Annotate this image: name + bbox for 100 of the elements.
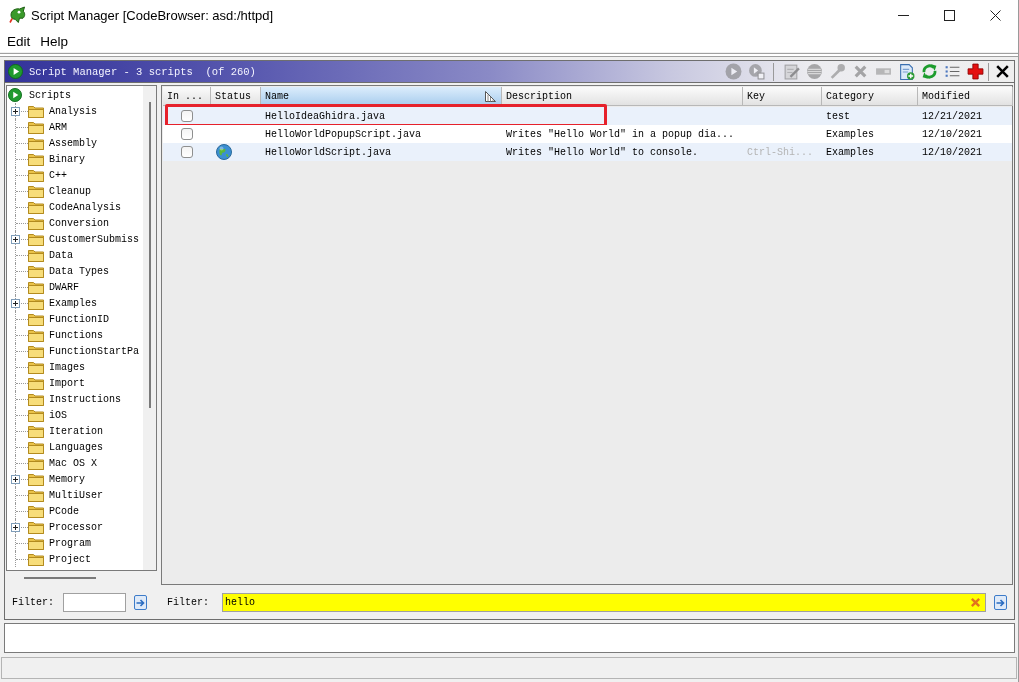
folder-icon	[28, 456, 44, 470]
tree-item[interactable]: CustomerSubmiss	[49, 233, 139, 245]
maximize-icon[interactable]	[943, 9, 955, 21]
dragon-icon	[9, 6, 27, 24]
menu-item[interactable]: Edit	[7, 33, 31, 49]
folder-icon	[28, 536, 44, 550]
panel-title: Script Manager - 3 scripts (of 260)	[29, 65, 256, 78]
folder-icon	[28, 248, 44, 262]
tree-item[interactable]: CodeAnalysis	[49, 201, 121, 213]
tree-item[interactable]: Scripts	[29, 89, 71, 101]
folder-icon	[28, 152, 44, 166]
folder-icon	[28, 376, 44, 390]
table-cell: 12/10/2021	[922, 146, 982, 158]
tree-item[interactable]: Memory	[49, 473, 85, 485]
table-cell: HelloWorldPopupScript.java	[265, 128, 422, 140]
play-icon	[8, 64, 23, 79]
tree-item[interactable]: Cleanup	[49, 185, 91, 197]
expand-icon[interactable]	[11, 234, 20, 244]
filter-field[interactable]	[63, 592, 126, 612]
folder-icon	[28, 168, 44, 182]
tree-item[interactable]: Instructions	[49, 393, 121, 405]
filter-label: Filter:	[12, 596, 54, 608]
checkbox[interactable]	[181, 146, 193, 158]
tree-item[interactable]: iOS	[49, 409, 67, 421]
checkbox[interactable]	[181, 128, 193, 140]
tree-item[interactable]: Project	[49, 553, 91, 565]
filter-field[interactable]: hello	[222, 592, 986, 612]
tree-item[interactable]: PCode	[49, 505, 79, 517]
clear-icon[interactable]	[970, 596, 981, 608]
document-plus-icon[interactable]	[897, 63, 915, 80]
folder-icon	[28, 280, 44, 294]
folder-icon	[28, 264, 44, 278]
tree-item[interactable]: Binary	[49, 153, 85, 165]
folder-icon	[28, 440, 44, 454]
tree-item[interactable]: MultiUser	[49, 489, 103, 501]
folder-icon	[28, 104, 44, 118]
column-header[interactable]: Description	[502, 87, 743, 106]
filter-label: Filter:	[167, 596, 209, 608]
close-icon[interactable]	[989, 9, 1001, 21]
folder-icon	[28, 216, 44, 230]
refresh-icon[interactable]	[920, 63, 938, 80]
expand-icon[interactable]	[11, 106, 20, 116]
expand-icon[interactable]	[11, 474, 20, 484]
folder-icon	[28, 424, 44, 438]
menu-item[interactable]: Help	[40, 33, 69, 49]
tree-item[interactable]: Processor	[49, 521, 103, 533]
window-title: Script Manager [CodeBrowser: asd:/httpd]	[31, 7, 274, 23]
folder-icon	[28, 344, 44, 358]
folder-icon	[28, 184, 44, 198]
scrollbar-thumb[interactable]	[149, 102, 151, 408]
tree-item[interactable]: Program	[49, 537, 91, 549]
folder-icon	[28, 504, 44, 518]
column-header[interactable]: In ...	[163, 87, 211, 106]
tree-item[interactable]: Examples	[49, 297, 97, 309]
tree-item[interactable]: C++	[49, 169, 67, 181]
tree-item[interactable]: DWARF	[49, 281, 79, 293]
tree-item[interactable]: FunctionStartPa	[49, 345, 139, 357]
expand-icon[interactable]	[11, 522, 20, 532]
plus-icon[interactable]	[966, 63, 984, 80]
scrollbar-thumb[interactable]	[24, 577, 96, 579]
folder-icon	[28, 136, 44, 150]
expand-icon[interactable]	[11, 298, 20, 308]
column-header[interactable]: Category	[822, 87, 918, 106]
folder-icon	[28, 408, 44, 422]
list-icon[interactable]	[943, 63, 961, 80]
tree-item[interactable]: Conversion	[49, 217, 109, 229]
tree-item[interactable]: Import	[49, 377, 85, 389]
folder-icon	[28, 328, 44, 342]
tree-item[interactable]: Iteration	[49, 425, 103, 437]
folder-icon	[28, 520, 44, 534]
tree-item[interactable]: Mac OS X	[49, 457, 97, 469]
folder-icon	[28, 552, 44, 566]
folder-icon	[28, 488, 44, 502]
column-header[interactable]: Modified	[918, 87, 1013, 106]
folder-icon	[28, 200, 44, 214]
folder-icon	[28, 296, 44, 310]
table-cell: HelloWorldScript.java	[265, 146, 392, 158]
minimize-icon[interactable]	[897, 14, 909, 16]
folder-icon	[28, 312, 44, 326]
tree-item[interactable]: Assembly	[49, 137, 97, 149]
table-cell: 12/10/2021	[922, 128, 982, 140]
table-cell: Examples	[826, 146, 874, 158]
tree-item[interactable]: ARM	[49, 121, 67, 133]
column-header[interactable]: Key	[743, 87, 822, 106]
tree-item[interactable]: Data	[49, 249, 73, 261]
folder-icon	[28, 472, 44, 486]
table-cell: 12/21/2021	[922, 110, 982, 122]
tree-item[interactable]: Images	[49, 361, 85, 373]
checkbox[interactable]	[181, 110, 193, 122]
tree-item[interactable]: Languages	[49, 441, 103, 453]
tree-item[interactable]: Data Types	[49, 265, 109, 277]
sort-icon[interactable]	[484, 89, 497, 103]
table-cell: Writes "Hello World" in a popup dia...	[506, 128, 735, 140]
table-cell: Writes "Hello World" to console.	[506, 146, 699, 158]
folder-icon	[28, 392, 44, 406]
table-cell: Ctrl-Shi...	[747, 146, 813, 158]
folder-icon	[28, 232, 44, 246]
tree-item[interactable]: Analysis	[49, 105, 97, 117]
tree-item[interactable]: FunctionID	[49, 313, 109, 325]
tree-item[interactable]: Functions	[49, 329, 103, 341]
